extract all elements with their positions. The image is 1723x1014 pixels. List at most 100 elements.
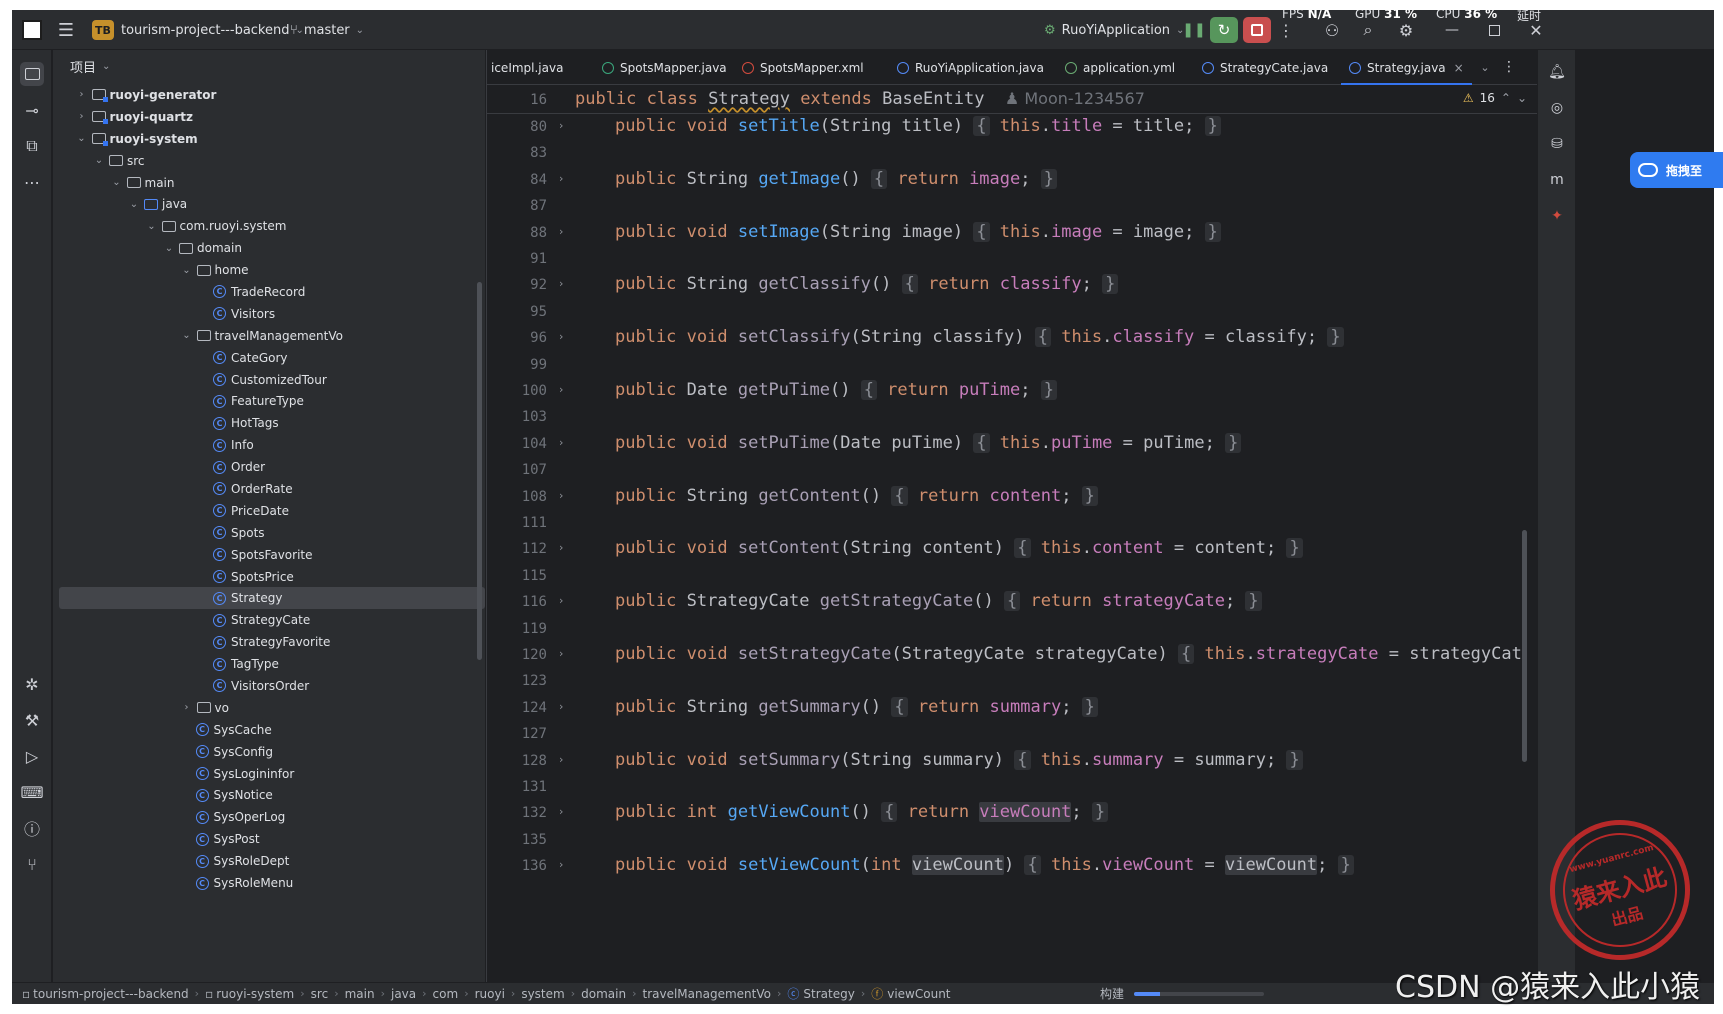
- tree-class-item[interactable]: C SpotsPrice: [53, 566, 485, 588]
- fold-chevron-icon[interactable]: ›: [559, 330, 563, 343]
- project-tool-icon[interactable]: [20, 62, 44, 86]
- pause-icon[interactable]: ❚❚: [1182, 20, 1205, 40]
- rerun-button[interactable]: ↻: [1210, 17, 1238, 43]
- fold-chevron-icon[interactable]: ›: [559, 172, 563, 185]
- tree-class-item[interactable]: C Info: [53, 434, 485, 456]
- fold-chevron-icon[interactable]: ›: [559, 383, 563, 396]
- breadcrumb-item[interactable]: domain ›: [581, 987, 642, 1001]
- debug-icon[interactable]: ✲: [20, 672, 44, 696]
- tree-folder-item[interactable]: ⌄ ruoyi-system: [53, 128, 485, 150]
- terminal-icon[interactable]: ⌨: [20, 780, 44, 804]
- notifications-icon[interactable]: 🔔︎: [1547, 62, 1567, 82]
- tree-class-item[interactable]: C SysPost: [53, 828, 485, 850]
- chevron-down-icon[interactable]: ⌄: [162, 243, 176, 254]
- tab-more-icon[interactable]: ⋮: [1501, 59, 1517, 75]
- tab-close-icon[interactable]: ×: [1454, 61, 1464, 75]
- tree-class-item[interactable]: C CateGory: [53, 347, 485, 369]
- problems-icon[interactable]: ⓘ: [20, 816, 44, 840]
- fold-chevron-icon[interactable]: ›: [559, 753, 563, 766]
- tree-folder-item[interactable]: ⌄ travelManagementVo: [53, 325, 485, 347]
- fold-chevron-icon[interactable]: ›: [559, 489, 563, 502]
- tree-folder-item[interactable]: ⌄ domain: [53, 237, 485, 259]
- breadcrumb-item[interactable]: com ›: [433, 987, 475, 1001]
- breadcrumb-item[interactable]: java ›: [391, 987, 433, 1001]
- fold-chevron-icon[interactable]: ›: [559, 594, 563, 607]
- fold-chevron-icon[interactable]: ›: [559, 436, 563, 449]
- run-config-selector[interactable]: ⚙ RuoYiApplication ⌄: [1044, 10, 1184, 50]
- tree-folder-item[interactable]: ⌄ home: [53, 259, 485, 281]
- editor-tab[interactable]: StrategyCate.java: [1202, 50, 1328, 85]
- tree-class-item[interactable]: C StrategyFavorite: [53, 631, 485, 653]
- tree-folder-item[interactable]: › vo: [53, 697, 485, 719]
- chevron-up-icon[interactable]: ⌃: [1501, 91, 1511, 105]
- project-scrollbar[interactable]: [477, 282, 482, 660]
- tree-folder-item[interactable]: ⌄ java: [53, 193, 485, 215]
- database-icon[interactable]: ⛁: [1547, 134, 1567, 154]
- chevron-right-icon[interactable]: ›: [75, 89, 89, 100]
- baidu-drag-widget[interactable]: 拖拽至: [1630, 152, 1723, 188]
- code-area[interactable]: public void setTitle(String title) { thi…: [575, 86, 1525, 982]
- more-actions-icon[interactable]: ⋮: [1276, 20, 1296, 40]
- build-icon[interactable]: ⚒: [20, 708, 44, 732]
- stop-button[interactable]: [1243, 17, 1271, 43]
- tree-class-item[interactable]: C Order: [53, 456, 485, 478]
- search-icon[interactable]: ⌕: [1358, 20, 1378, 40]
- project-selector[interactable]: TB tourism-project---backend ⌄: [92, 10, 304, 50]
- editor-tab[interactable]: application.yml: [1065, 50, 1175, 85]
- tree-class-item[interactable]: C OrderRate: [53, 478, 485, 500]
- editor-tab[interactable]: RuoYiApplication.java: [897, 50, 1044, 85]
- chevron-right-icon[interactable]: ›: [180, 702, 194, 713]
- chevron-down-icon[interactable]: ⌄: [75, 133, 89, 144]
- breadcrumb-item[interactable]: travelManagementVo ›: [642, 987, 787, 1001]
- breadcrumb-item[interactable]: ▫ ruoyi-system ›: [205, 987, 311, 1001]
- ai-assistant-icon[interactable]: ◎: [1547, 98, 1567, 118]
- inspection-widget[interactable]: ⚠ 16 ⌃ ⌄: [1463, 91, 1527, 105]
- fold-chevron-icon[interactable]: ›: [559, 119, 563, 132]
- chevron-down-icon[interactable]: ⌄: [145, 221, 159, 232]
- tab-list-chevron-icon[interactable]: ⌄: [1477, 59, 1493, 75]
- fold-chevron-icon[interactable]: ›: [559, 647, 563, 660]
- add-user-icon[interactable]: ⚇: [1322, 20, 1342, 40]
- breadcrumb-item[interactable]: main ›: [345, 987, 391, 1001]
- chevron-down-icon[interactable]: ⌄: [1517, 91, 1527, 105]
- tree-class-item[interactable]: C SysCache: [53, 719, 485, 741]
- maximize-icon[interactable]: [1484, 20, 1504, 40]
- editor-tab[interactable]: SpotsMapper.java: [602, 50, 727, 85]
- tree-class-item[interactable]: C CustomizedTour: [53, 369, 485, 391]
- fold-chevron-icon[interactable]: ›: [559, 805, 563, 818]
- breadcrumb-item[interactable]: ⓕ viewCount: [871, 985, 950, 1002]
- tree-class-item[interactable]: C StrategyCate: [53, 609, 485, 631]
- chevron-right-icon[interactable]: ›: [75, 111, 89, 122]
- breadcrumb-item[interactable]: system ›: [521, 987, 581, 1001]
- chevron-down-icon[interactable]: ⌄: [180, 330, 194, 341]
- main-menu-icon[interactable]: ☰: [56, 20, 76, 41]
- tree-class-item[interactable]: C SysRoleDept: [53, 850, 485, 872]
- branch-selector[interactable]: ⑂ master ⌄: [290, 10, 364, 50]
- fold-chevron-icon[interactable]: ›: [559, 225, 563, 238]
- tree-class-item[interactable]: C Spots: [53, 522, 485, 544]
- editor-scrollbar[interactable]: [1522, 530, 1527, 762]
- chevron-down-icon[interactable]: ⌄: [110, 177, 124, 188]
- tree-folder-item[interactable]: ⌄ com.ruoyi.system: [53, 215, 485, 237]
- chevron-down-icon[interactable]: ⌄: [180, 265, 194, 276]
- more-tools-icon[interactable]: ⋯: [20, 170, 44, 194]
- editor-tab[interactable]: SpotsMapper.xml: [742, 50, 864, 85]
- services-icon[interactable]: ▷: [20, 744, 44, 768]
- tree-class-item[interactable]: C SpotsFavorite: [53, 544, 485, 566]
- tree-class-item[interactable]: C Visitors: [53, 303, 485, 325]
- minimize-icon[interactable]: —: [1442, 20, 1462, 40]
- editor-tab[interactable]: Strategy.java ×: [1341, 50, 1472, 85]
- tree-class-item[interactable]: C FeatureType: [53, 390, 485, 412]
- fold-chevron-icon[interactable]: ›: [559, 700, 563, 713]
- close-icon[interactable]: ✕: [1526, 20, 1546, 40]
- fold-chevron-icon[interactable]: ›: [559, 277, 563, 290]
- tree-class-item[interactable]: C TagType: [53, 653, 485, 675]
- commit-icon[interactable]: ⊸: [20, 98, 44, 122]
- breadcrumb-item[interactable]: ⓒ Strategy ›: [787, 985, 871, 1002]
- sticky-class-header[interactable]: 16 public class Strategy extends BaseEnt…: [487, 86, 1537, 114]
- breadcrumb-item[interactable]: ▫ tourism-project---backend ›: [22, 987, 205, 1001]
- tree-folder-item[interactable]: ⌄ src: [53, 150, 485, 172]
- maven-icon[interactable]: ⅿ: [1547, 170, 1567, 190]
- breadcrumb-item[interactable]: ruoyi ›: [475, 987, 522, 1001]
- tree-class-item[interactable]: C VisitorsOrder: [53, 675, 485, 697]
